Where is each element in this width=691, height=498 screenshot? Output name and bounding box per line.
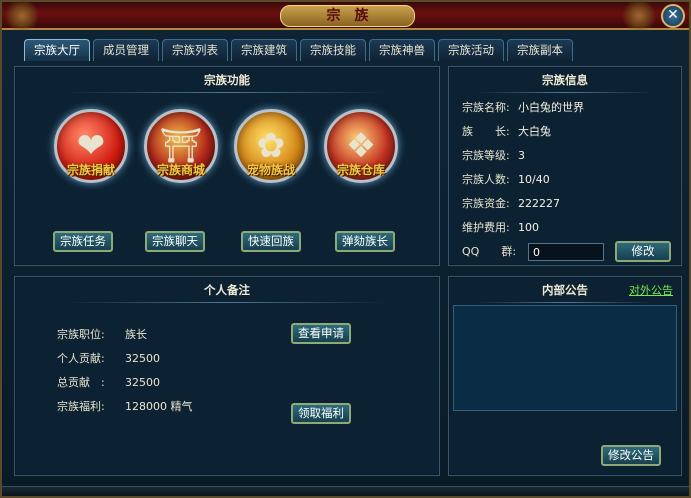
tab-clan-list[interactable]: 宗族列表 — [162, 39, 228, 61]
info-value: 100 — [518, 221, 539, 234]
qq-label: QQ 群: — [462, 245, 517, 258]
personal-notes-panel: 个人备注 宗族职位: 族长 个人贡献: 32500 总贡献 : 32500 宗族福利:… — [14, 276, 440, 476]
internal-notice-panel: 内部公告 对外公告 修改公告 — [448, 276, 682, 476]
info-row-upkeep: 维护费用: 100 — [462, 220, 539, 236]
external-notice-link[interactable]: 对外公告 — [629, 282, 673, 298]
shop-orb[interactable]: ⛩ 宗族商城 — [141, 109, 221, 183]
impeach-leader-button[interactable]: 弹劾族长 — [335, 231, 395, 252]
info-value: 小白兔的世界 — [518, 101, 584, 114]
clan-info-panel: 宗族信息 宗族名称: 小白兔的世界 族 长: 大白兔 宗族等级: 3 宗族人数: 10/… — [448, 66, 682, 266]
info-key: 维护费用: — [462, 221, 510, 234]
info-row-members: 宗族人数: 10/40 — [462, 172, 550, 188]
note-value: 族长 — [125, 328, 147, 341]
info-value: 222227 — [518, 197, 560, 210]
notice-text-area[interactable] — [453, 305, 677, 411]
donate-orb[interactable]: ❤ 宗族捐献 — [51, 109, 131, 183]
note-key: 个人贡献: — [57, 352, 105, 365]
window-title: 宗族 — [280, 5, 415, 27]
info-value: 大白兔 — [518, 125, 551, 138]
tab-clan-skills[interactable]: 宗族技能 — [300, 39, 366, 61]
footer-decoration — [2, 486, 689, 496]
note-row-total-contribution: 总贡献 : 32500 — [57, 375, 160, 391]
donate-label: 宗族捐献 — [66, 163, 115, 177]
clan-quest-button[interactable]: 宗族任务 — [53, 231, 113, 252]
info-key: 宗族等级: — [462, 149, 510, 162]
title-ornament-right — [619, 2, 659, 30]
warehouse-orb[interactable]: ❖ 宗族仓库 — [321, 109, 401, 183]
note-value: 32500 — [125, 352, 160, 365]
tab-clan-buildings[interactable]: 宗族建筑 — [231, 39, 297, 61]
return-to-clan-button[interactable]: 快速回族 — [241, 231, 301, 252]
info-row-name: 宗族名称: 小白兔的世界 — [462, 100, 584, 116]
clan-info-title: 宗族信息 — [449, 71, 681, 93]
info-value: 3 — [518, 149, 525, 162]
edit-qq-button[interactable]: 修改 — [615, 241, 671, 262]
tab-clan-dungeon[interactable]: 宗族副本 — [507, 39, 573, 61]
note-value: 128000 精气 — [125, 400, 193, 413]
note-row-welfare: 宗族福利: 128000 精气 — [57, 399, 193, 415]
note-value: 32500 — [125, 376, 160, 389]
claim-welfare-button[interactable]: 领取福利 — [291, 403, 351, 424]
info-row-funds: 宗族资金: 222227 — [462, 196, 560, 212]
tab-clan-hall[interactable]: 宗族大厅 — [24, 39, 90, 61]
info-key: 宗族人数: — [462, 173, 510, 186]
clan-window: 宗族 ✕ 宗族大厅 成员管理 宗族列表 宗族建筑 宗族技能 宗族神兽 宗族活动 … — [0, 0, 691, 498]
tab-clan-activities[interactable]: 宗族活动 — [438, 39, 504, 61]
close-button[interactable]: ✕ — [661, 4, 685, 28]
pet-battle-orb[interactable]: ✿ 宠物族战 — [231, 109, 311, 183]
title-ornament-left — [2, 2, 42, 30]
note-key: 总贡献 : — [57, 376, 105, 389]
warehouse-label: 宗族仓库 — [336, 163, 385, 177]
note-row-contribution: 个人贡献: 32500 — [57, 351, 160, 367]
note-row-position: 宗族职位: 族长 — [57, 327, 147, 343]
tab-bar: 宗族大厅 成员管理 宗族列表 宗族建筑 宗族技能 宗族神兽 宗族活动 宗族副本 — [24, 39, 573, 61]
tab-member-management[interactable]: 成员管理 — [93, 39, 159, 61]
qq-group-input[interactable] — [528, 243, 604, 261]
personal-notes-title: 个人备注 — [15, 281, 439, 303]
clan-functions-panel: 宗族功能 ❤ 宗族捐献 ⛩ 宗族商城 ✿ 宠物族战 ❖ 宗族仓库 宗族任务 宗族… — [14, 66, 440, 266]
info-key: 族 长: — [462, 125, 510, 138]
qq-group-label: QQ 群: — [462, 244, 518, 260]
shop-label: 宗族商城 — [156, 163, 205, 177]
info-key: 宗族资金: — [462, 197, 510, 210]
title-bar: 宗族 ✕ — [2, 2, 689, 30]
info-row-leader: 族 长: 大白兔 — [462, 124, 551, 140]
clan-chat-button[interactable]: 宗族聊天 — [145, 231, 205, 252]
note-key: 宗族福利: — [57, 400, 105, 413]
tab-clan-beast[interactable]: 宗族神兽 — [369, 39, 435, 61]
clan-functions-title: 宗族功能 — [15, 71, 439, 93]
info-value: 10/40 — [518, 173, 550, 186]
note-key: 宗族职位: — [57, 328, 105, 341]
view-applications-button[interactable]: 查看申请 — [291, 323, 351, 344]
info-key: 宗族名称: — [462, 101, 510, 114]
pet-battle-label: 宠物族战 — [246, 163, 295, 177]
edit-notice-button[interactable]: 修改公告 — [601, 445, 661, 466]
info-row-level: 宗族等级: 3 — [462, 148, 525, 164]
